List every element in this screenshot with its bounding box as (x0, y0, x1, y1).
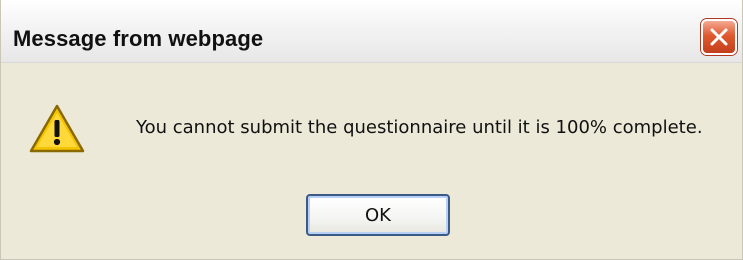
warning-icon (28, 103, 86, 155)
dialog-message: You cannot submit the questionnaire unti… (136, 117, 703, 138)
close-icon (710, 28, 728, 46)
close-button[interactable] (701, 19, 737, 55)
dialog-titlebar: Message from webpage (1, 0, 742, 63)
dialog-content: You cannot submit the questionnaire unti… (1, 63, 742, 259)
dialog-title: Message from webpage (13, 26, 264, 51)
ok-button[interactable]: OK (306, 194, 450, 236)
alert-dialog: Message from webpage You cannot submit t… (0, 0, 743, 260)
